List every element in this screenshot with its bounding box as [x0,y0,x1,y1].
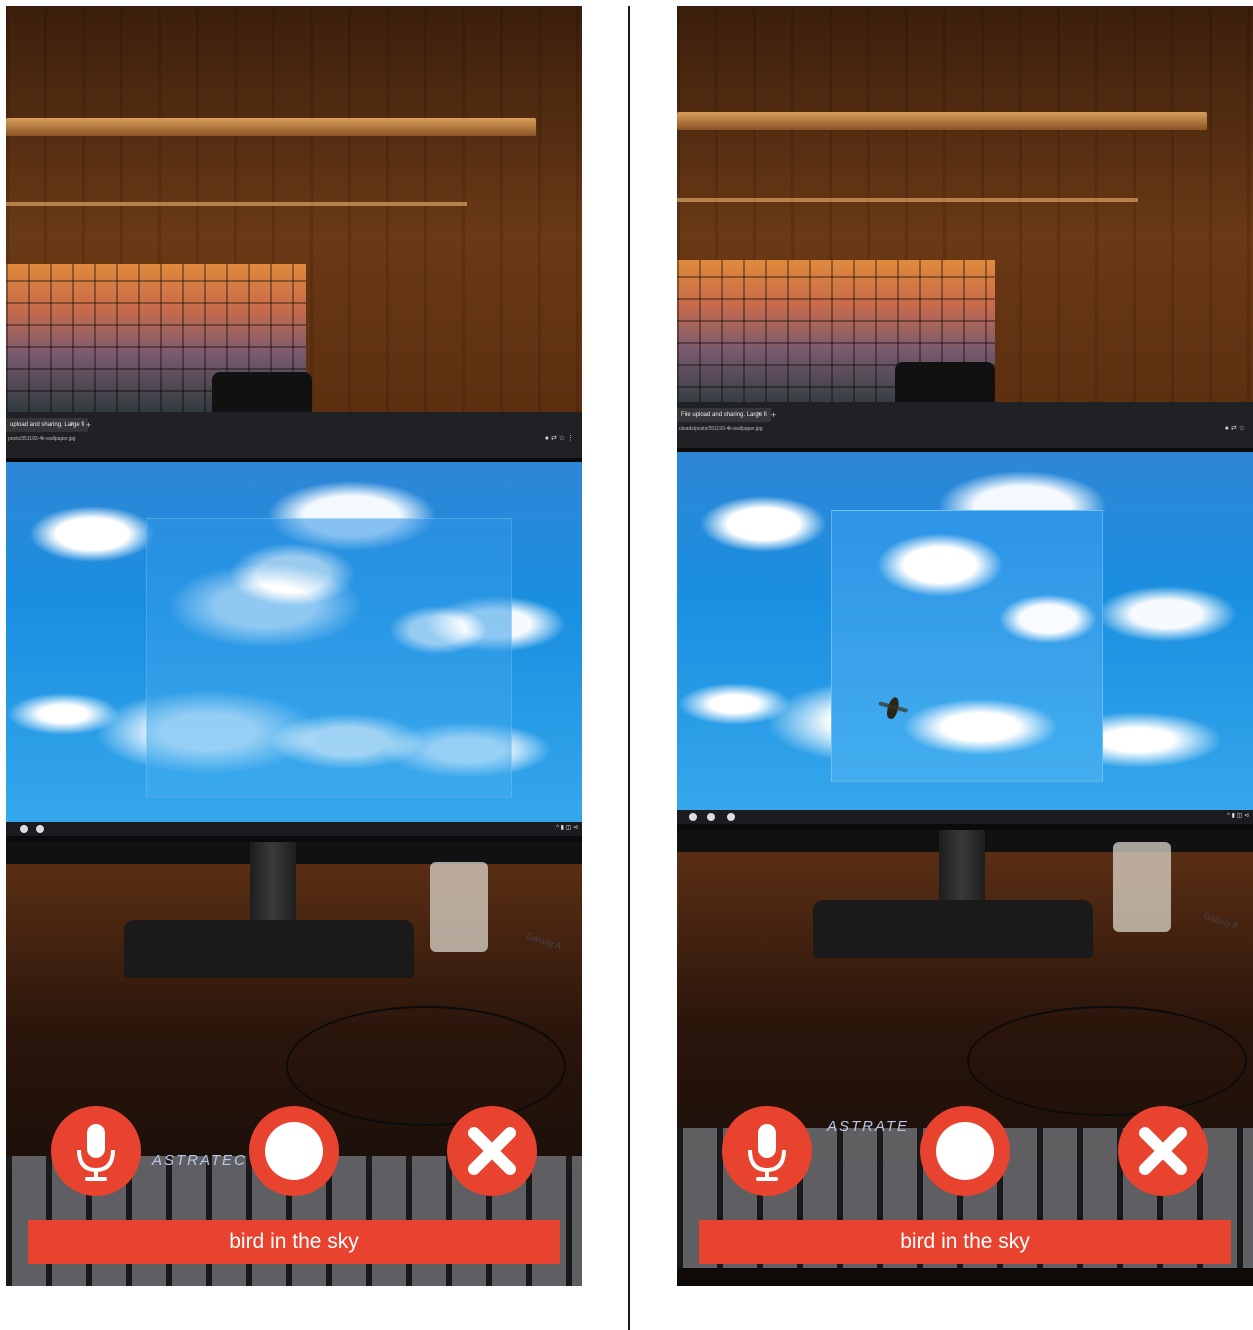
shutter-icon [936,1122,994,1180]
browser-bar: upload and sharing. Large fi × + posts/3… [6,412,582,458]
wall-frame [677,198,1138,202]
keyboard-brand: ASTRATEC [152,1152,247,1169]
capture-overlay [146,518,512,798]
browser-toolbar-icons[interactable]: ● ⇄ ☆ ⋮ [545,434,574,442]
caption-bar: bird in the sky [699,1220,1231,1264]
new-tab-icon[interactable]: + [86,418,91,432]
taskbar-app-icon[interactable] [707,813,715,821]
bottle [430,862,488,952]
taskbar: ^ ▮ ◫ ⊲ [6,822,582,836]
url-bar[interactable]: oloads/posts/351193-4k-wallpaper.jpg [679,426,763,432]
webcam [895,362,995,404]
monitor-stand-base [124,920,414,978]
caption-bar: bird in the sky [28,1220,560,1264]
capture-button[interactable] [920,1106,1010,1196]
capture-overlay [831,510,1103,782]
microphone-icon [77,1124,115,1181]
webcam [212,372,312,414]
caption-text: bird in the sky [229,1230,359,1253]
browser-bar: File upload and sharing. Large fi × + ol… [677,402,1253,448]
camera-view-left: upload and sharing. Large fi × + posts/3… [6,6,582,1286]
caption-text: bird in the sky [900,1230,1030,1253]
taskbar: ^ ▮ ◫ ⊲ [677,810,1253,824]
microphone-button[interactable] [51,1106,141,1196]
close-button[interactable] [447,1106,537,1196]
taskbar-app-icon[interactable] [727,813,735,821]
monitor-stand-base [813,900,1093,958]
camera-view-right: File upload and sharing. Large fi × + ol… [677,6,1253,1286]
monitor-screen: File upload and sharing. Large fi × + ol… [677,402,1253,830]
wall-frame [6,202,467,206]
close-icon [1139,1127,1187,1175]
tab-close-icon[interactable]: × [70,418,74,432]
bird [885,696,901,720]
taskbar-app-icon[interactable] [689,813,697,821]
tab-close-icon[interactable]: × [757,408,761,422]
shutter-icon [265,1122,323,1180]
close-button[interactable] [1118,1106,1208,1196]
wall-shelf [6,118,536,136]
microphone-button[interactable] [722,1106,812,1196]
cable [967,1006,1247,1116]
bottle [1113,842,1171,932]
keyboard-brand: ASTRATE [827,1118,910,1135]
monitor-screen: upload and sharing. Large fi × + posts/3… [6,412,582,842]
url-bar[interactable]: posts/351193-4k-wallpaper.jpg [8,436,75,442]
wall-shelf [677,112,1207,130]
system-tray[interactable]: ^ ▮ ◫ ⊲ [1227,812,1249,819]
close-icon [468,1127,516,1175]
taskbar-app-icon[interactable] [36,825,44,833]
sky-wallpaper [677,452,1253,812]
microphone-icon [748,1124,786,1181]
new-tab-icon[interactable]: + [771,408,776,422]
browser-tab[interactable]: upload and sharing. Large fi [6,418,89,432]
panel-divider [628,6,630,1330]
browser-toolbar-icons[interactable]: ● ⇄ ☆ [1225,424,1245,432]
sky-wallpaper [6,462,582,822]
system-tray[interactable]: ^ ▮ ◫ ⊲ [556,824,578,831]
taskbar-app-icon[interactable] [20,825,28,833]
capture-button[interactable] [249,1106,339,1196]
